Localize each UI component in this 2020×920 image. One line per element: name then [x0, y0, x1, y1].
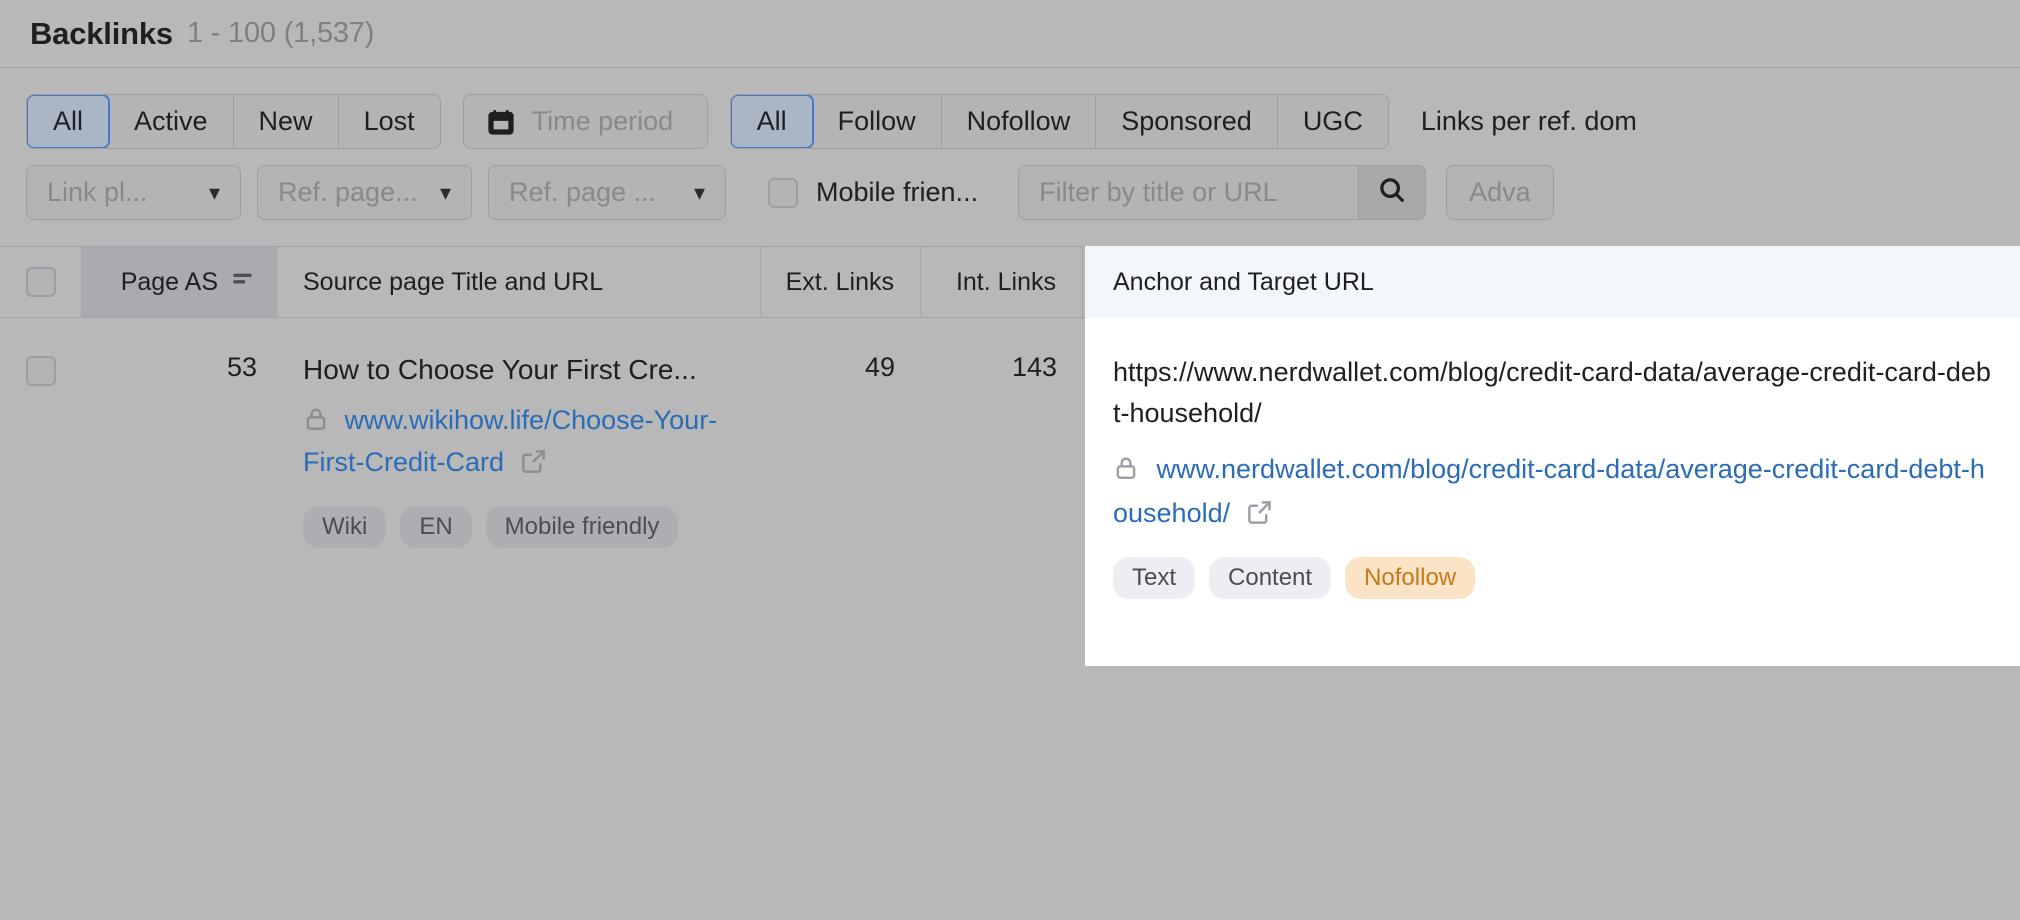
ref-page-platform-dropdown[interactable]: Ref. page... ▾	[257, 165, 472, 220]
status-filter-active[interactable]: Active	[109, 95, 234, 148]
mobile-friendly-checkbox[interactable]: Mobile frien...	[768, 177, 978, 208]
advanced-filters-button[interactable]: Adva	[1446, 165, 1554, 220]
source-url-link[interactable]: www.wikihow.life/Choose-Your-First-Credi…	[303, 405, 717, 477]
follow-filter-sponsored[interactable]: Sponsored	[1096, 95, 1278, 148]
select-all-checkbox[interactable]	[25, 267, 56, 297]
anchor-target-url-panel: Anchor and Target URL https://www.nerdwa…	[1085, 246, 2020, 666]
time-period-filter[interactable]: Time period	[462, 94, 708, 149]
filter-row-secondary: Link pl... ▾ Ref. page... ▾ Ref. page ..…	[26, 165, 2020, 220]
ref-page-language-label: Ref. page ...	[509, 177, 657, 207]
external-link-icon[interactable]	[512, 450, 547, 481]
link-placement-dropdown[interactable]: Link pl... ▾	[26, 165, 241, 220]
anchor-panel-body: https://www.nerdwallet.com/blog/credit-c…	[1085, 318, 2020, 666]
column-header-int-links[interactable]: Int. Links	[921, 247, 1083, 317]
source-tag-row: Wiki EN Mobile friendly	[303, 506, 761, 549]
status-filter-all[interactable]: All	[26, 95, 111, 148]
search-button[interactable]	[1358, 165, 1427, 220]
status-filter-lost[interactable]: Lost	[339, 95, 440, 148]
cell-ext-links: 49	[864, 352, 895, 382]
status-filter-new[interactable]: New	[234, 95, 339, 148]
external-link-icon[interactable]	[1238, 500, 1273, 532]
column-header-page-as[interactable]: Page AS	[82, 247, 277, 317]
anchor-target-url-text: https://www.nerdwallet.com/blog/credit-c…	[1113, 357, 1991, 428]
search-group	[1018, 165, 1427, 220]
search-input[interactable]	[1018, 165, 1359, 220]
column-header-source[interactable]: Source page Title and URL	[277, 247, 761, 317]
cell-source: How to Choose Your First Cre... www.wiki…	[277, 318, 761, 738]
anchor-display-url-line: www.nerdwallet.com/blog/credit-card-data…	[1113, 449, 1992, 537]
anchor-tag-text: Text	[1113, 557, 1196, 599]
filter-bar: All Active New Lost Time period All Foll…	[0, 68, 2020, 220]
cell-int-links: 143	[1011, 352, 1057, 382]
row-checkbox[interactable]	[26, 356, 56, 386]
anchor-panel-header: Anchor and Target URL	[1085, 246, 2020, 318]
ref-page-language-dropdown[interactable]: Ref. page ... ▾	[488, 165, 726, 220]
column-header-ext-links[interactable]: Ext. Links	[761, 247, 921, 317]
status-filter-group: All Active New Lost	[26, 94, 441, 149]
follow-filter-group: All Follow Nofollow Sponsored UGC	[729, 94, 1389, 149]
backlinks-table: Page AS Source page Title and URL Ext. L…	[0, 246, 2020, 738]
sort-icon[interactable]	[230, 266, 256, 299]
link-placement-label: Link pl...	[47, 177, 148, 207]
cell-page-as: 53	[226, 352, 257, 382]
advanced-filters-label: Adva	[1469, 177, 1531, 207]
source-tag: Mobile friendly	[485, 506, 679, 549]
source-tag: EN	[400, 506, 472, 549]
chevron-down-icon: ▾	[439, 179, 451, 205]
follow-filter-follow[interactable]: Follow	[813, 95, 942, 148]
time-period-label: Time period	[531, 106, 674, 136]
calendar-icon	[486, 107, 516, 137]
search-icon	[1377, 175, 1407, 210]
source-tag: Wiki	[303, 506, 387, 549]
follow-filter-ugc[interactable]: UGC	[1278, 95, 1388, 148]
anchor-tag-nofollow: Nofollow	[1345, 557, 1476, 599]
source-page-title: How to Choose Your First Cre...	[303, 354, 697, 385]
lock-icon	[303, 408, 337, 438]
follow-filter-all[interactable]: All	[730, 95, 814, 148]
ref-page-platform-label: Ref. page...	[278, 177, 418, 207]
column-header-page-as-label: Page AS	[120, 267, 218, 296]
mobile-friendly-label: Mobile frien...	[816, 177, 979, 207]
follow-filter-nofollow[interactable]: Nofollow	[942, 95, 1097, 148]
source-url-line: www.wikihow.life/Choose-Your-First-Credi…	[303, 401, 761, 486]
chevron-down-icon: ▾	[208, 179, 220, 205]
page-count: 1 - 100 (1,537)	[186, 17, 375, 49]
filter-row-primary: All Active New Lost Time period All Foll…	[26, 94, 2020, 149]
select-all-header	[0, 247, 82, 317]
page-title: Backlinks	[30, 15, 173, 51]
links-per-ref-domain-label: Links per ref. dom	[1420, 106, 1637, 136]
page-header: Backlinks 1 - 100 (1,537)	[0, 0, 2020, 68]
row-select-cell	[0, 318, 82, 738]
anchor-tag-content: Content	[1209, 557, 1332, 599]
checkbox-box[interactable]	[768, 177, 798, 208]
anchor-tag-row: Text Content Nofollow	[1113, 557, 1992, 599]
chevron-down-icon: ▾	[693, 179, 705, 205]
lock-icon	[1113, 457, 1147, 487]
